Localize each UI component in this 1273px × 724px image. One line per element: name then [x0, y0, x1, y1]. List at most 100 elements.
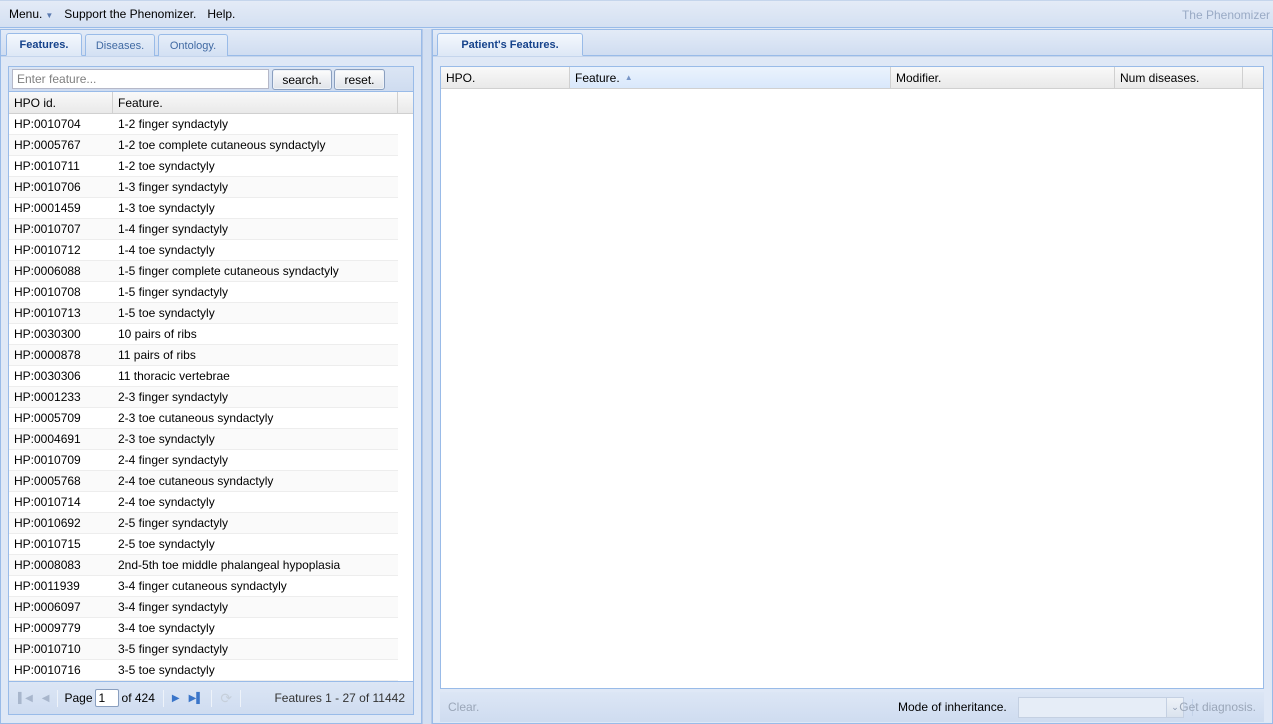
table-row[interactable]: HP:0009779 3-4 toe syndactyly: [9, 618, 398, 639]
table-row[interactable]: HP:0000878 11 pairs of ribs: [9, 345, 398, 366]
hpo-id-cell: HP:0000878: [14, 348, 81, 362]
patient-features-grid: HPO. Feature. ▲ Modifier. Num diseases.: [440, 66, 1264, 689]
page-label: Page: [64, 691, 93, 705]
hpo-id-cell: HP:0010709: [14, 453, 81, 467]
column-header-hpo-id[interactable]: HPO id.: [9, 92, 113, 113]
help-menu-item[interactable]: Help.: [207, 7, 240, 21]
hpo-id-cell: HP:0005767: [14, 138, 81, 152]
feature-cell: 2-4 toe cutaneous syndactyly: [118, 474, 274, 488]
feature-cell: 1-2 toe syndactyly: [118, 159, 215, 173]
mode-of-inheritance-label: Mode of inheritance.: [898, 700, 1007, 714]
feature-search-input[interactable]: [12, 69, 269, 89]
hpo-id-cell: HP:0001233: [14, 390, 81, 404]
feature-cell: 3-4 toe syndactyly: [118, 621, 215, 635]
get-diagnosis-button[interactable]: Get diagnosis.: [1179, 700, 1256, 714]
table-row[interactable]: HP:0006088 1-5 finger complete cutaneous …: [9, 261, 398, 282]
feature-cell: 10 pairs of ribs: [118, 327, 197, 341]
feature-cell: 3-4 finger syndactyly: [118, 600, 229, 614]
patient-tab-body: HPO. Feature. ▲ Modifier. Num diseases. …: [433, 56, 1272, 723]
tab-patient-features[interactable]: Patient's Features.: [437, 33, 583, 56]
table-row[interactable]: HP:0005709 2-3 toe cutaneous syndactyly: [9, 408, 398, 429]
table-row[interactable]: HP:0010716 3-5 toe syndactyly: [9, 660, 398, 681]
table-row[interactable]: HP:0008083 2nd-5th toe middle phalangeal …: [9, 555, 398, 576]
first-page-icon[interactable]: ▌◀: [18, 693, 33, 704]
tab-diseases[interactable]: Diseases.: [85, 34, 155, 56]
hpo-id-cell: HP:0030300: [14, 327, 81, 341]
clear-button[interactable]: Clear.: [448, 700, 479, 714]
hpo-id-cell: HP:0010708: [14, 285, 81, 299]
features-grid-body: HP:0010704 1-2 finger syndactyly HP:000576…: [9, 114, 413, 681]
table-row[interactable]: HP:0030306 11 thoracic vertebrae: [9, 366, 398, 387]
hpo-id-cell: HP:0010714: [14, 495, 81, 509]
left-tab-strip: Features. Diseases. Ontology.: [1, 30, 421, 56]
table-row[interactable]: HP:0010710 3-5 finger syndactyly: [9, 639, 398, 660]
table-row[interactable]: HP:0005767 1-2 toe complete cutaneous syn…: [9, 135, 398, 156]
column-header-num-diseases[interactable]: Num diseases.: [1115, 67, 1243, 88]
table-row[interactable]: HP:0006097 3-4 finger syndactyly: [9, 597, 398, 618]
refresh-icon[interactable]: ⟳: [220, 690, 232, 707]
table-row[interactable]: HP:0010709 2-4 finger syndactyly: [9, 450, 398, 471]
search-button[interactable]: search.: [272, 69, 332, 90]
page-count-label: of 424: [121, 691, 155, 705]
table-row[interactable]: HP:0011939 3-4 finger cutaneous syndactyl…: [9, 576, 398, 597]
feature-cell: 2nd-5th toe middle phalangeal hypoplasia: [118, 558, 341, 572]
support-menu-item[interactable]: Support the Phenomizer.: [64, 7, 201, 21]
features-tab-body: search. reset. HPO id. Feature. HP:00107…: [1, 56, 421, 723]
column-header-spacer: [1243, 67, 1263, 88]
table-row[interactable]: HP:0010712 1-4 toe syndactyly: [9, 240, 398, 261]
hpo-id-cell: HP:0030306: [14, 369, 81, 383]
hpo-id-cell: HP:0010716: [14, 663, 81, 677]
hpo-id-cell: HP:0011939: [14, 579, 80, 593]
feature-cell: 2-3 finger syndactyly: [118, 390, 229, 404]
tab-features[interactable]: Features.: [6, 33, 82, 56]
prev-page-icon[interactable]: ◀: [42, 693, 50, 704]
column-header-modifier[interactable]: Modifier.: [891, 67, 1115, 88]
page-number-input[interactable]: [94, 689, 119, 707]
tab-ontology[interactable]: Ontology.: [158, 34, 228, 56]
hpo-id-cell: HP:0010712: [14, 243, 81, 257]
hpo-id-cell: HP:0008083: [14, 558, 81, 572]
table-row[interactable]: HP:0010707 1-4 finger syndactyly: [9, 219, 398, 240]
patient-grid-header: HPO. Feature. ▲ Modifier. Num diseases.: [441, 67, 1263, 89]
feature-cell: 11 thoracic vertebrae: [118, 369, 230, 383]
column-header-hpo[interactable]: HPO.: [441, 67, 570, 88]
table-row[interactable]: HP:0004691 2-3 toe syndactyly: [9, 429, 398, 450]
table-row[interactable]: HP:0030300 10 pairs of ribs: [9, 324, 398, 345]
feature-cell: 2-5 finger syndactyly: [118, 516, 229, 530]
patient-features-panel: Patient's Features. HPO. Feature. ▲ Modi…: [432, 29, 1273, 724]
toolbar-separator: [162, 689, 164, 707]
hpo-id-cell: HP:0005768: [14, 474, 81, 488]
hpo-id-cell: HP:0010706: [14, 180, 81, 194]
feature-cell: 2-4 toe syndactyly: [118, 495, 215, 509]
table-row[interactable]: HP:0010711 1-2 toe syndactyly: [9, 156, 398, 177]
panel-splitter[interactable]: [422, 29, 432, 724]
feature-cell: 1-2 finger syndactyly: [118, 117, 229, 131]
table-row[interactable]: HP:0005768 2-4 toe cutaneous syndactyly: [9, 471, 398, 492]
mode-of-inheritance-select[interactable]: ⌄: [1018, 696, 1184, 718]
column-header-feature-sorted[interactable]: Feature. ▲: [570, 67, 891, 88]
table-row[interactable]: HP:0010704 1-2 finger syndactyly: [9, 114, 398, 135]
menu-label: Menu.: [9, 7, 43, 21]
toolbar-separator: [57, 689, 59, 707]
hpo-id-cell: HP:0006097: [14, 600, 81, 614]
feature-cell: 1-5 finger syndactyly: [118, 285, 229, 299]
features-grid-header: HPO id. Feature.: [9, 92, 413, 114]
feature-cell: 3-5 toe syndactyly: [118, 663, 215, 677]
table-row[interactable]: HP:0001233 2-3 finger syndactyly: [9, 387, 398, 408]
table-row[interactable]: HP:0010708 1-5 finger syndactyly: [9, 282, 398, 303]
table-row[interactable]: HP:0001459 1-3 toe syndactyly: [9, 198, 398, 219]
hpo-id-cell: HP:0010711: [14, 159, 80, 173]
column-header-feature[interactable]: Feature.: [113, 92, 398, 113]
hpo-id-cell: HP:0004691: [14, 432, 81, 446]
menu-dropdown[interactable]: Menu. ▼: [0, 7, 64, 21]
feature-cell: 2-3 toe cutaneous syndactyly: [118, 411, 274, 425]
next-page-icon[interactable]: ▶: [172, 693, 180, 704]
last-page-icon[interactable]: ▶▌: [189, 693, 204, 704]
table-row[interactable]: HP:0010692 2-5 finger syndactyly: [9, 513, 398, 534]
table-row[interactable]: HP:0010714 2-4 toe syndactyly: [9, 492, 398, 513]
reset-button[interactable]: reset.: [334, 69, 385, 90]
table-row[interactable]: HP:0010706 1-3 finger syndactyly: [9, 177, 398, 198]
table-row[interactable]: HP:0010715 2-5 toe syndactyly: [9, 534, 398, 555]
hpo-id-cell: HP:0010704: [14, 117, 81, 131]
table-row[interactable]: HP:0010713 1-5 toe syndactyly: [9, 303, 398, 324]
